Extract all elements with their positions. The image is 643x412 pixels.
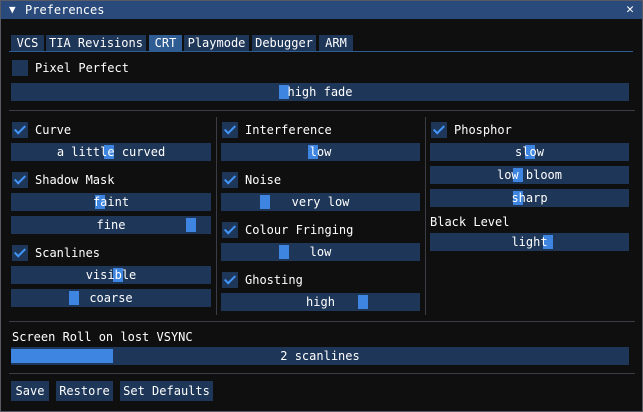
slider-value: fine: [96, 218, 126, 232]
screen-roll-slider[interactable]: 2 scanlines: [11, 347, 629, 365]
slider-value: low: [309, 145, 332, 159]
scanlines-checkbox[interactable]: [12, 245, 28, 261]
screen-roll-label: Screen Roll on lost VSYNC: [12, 330, 193, 344]
collapse-icon[interactable]: ▼: [9, 3, 16, 16]
tab-bar-underline: [9, 51, 633, 52]
column-separator: [216, 117, 217, 315]
interference-checkbox[interactable]: [222, 122, 238, 138]
interference-slider[interactable]: low: [221, 143, 420, 161]
scanline-coarseness-slider[interactable]: coarse: [11, 289, 211, 307]
column-separator: [425, 117, 426, 315]
interference-label: Interference: [245, 123, 332, 137]
slider-value: high fade: [287, 85, 353, 99]
set-defaults-button[interactable]: Set Defaults: [120, 381, 213, 401]
tab-arm[interactable]: ARM: [319, 35, 353, 51]
close-icon[interactable]: ✕: [626, 2, 634, 17]
slider-value: coarse: [89, 291, 133, 305]
slider-value: very low: [291, 195, 350, 209]
phosphor-checkbox[interactable]: [431, 122, 447, 138]
slider-value: high: [306, 295, 335, 309]
ghosting-slider[interactable]: high: [221, 293, 420, 311]
fade-slider[interactable]: high fade: [11, 83, 629, 101]
title-bar[interactable]: ▼ Preferences ✕: [1, 1, 642, 19]
black-level-slider[interactable]: light: [430, 233, 629, 251]
colour-fringing-checkbox[interactable]: [222, 222, 238, 238]
colour-fringing-slider[interactable]: low: [221, 243, 420, 261]
noise-label: Noise: [245, 173, 282, 187]
slider-value: 2 scanlines: [280, 349, 360, 363]
sharpness-slider[interactable]: sharp: [430, 189, 629, 207]
black-level-label: Black Level: [430, 215, 510, 229]
ghosting-label: Ghosting: [245, 273, 303, 287]
tab-playmode[interactable]: Playmode: [184, 35, 249, 51]
pixel-perfect-label: Pixel Perfect: [35, 61, 129, 75]
tab-vcs[interactable]: VCS: [11, 35, 44, 51]
slider-value: a little curved: [56, 145, 166, 159]
separator: [9, 321, 635, 322]
phosphor-speed-slider[interactable]: slow: [430, 143, 629, 161]
slider-value: visible: [85, 268, 137, 282]
shadow-mask-label: Shadow Mask: [35, 173, 115, 187]
scanline-intensity-slider[interactable]: visible: [11, 266, 211, 284]
shadow-mask-checkbox[interactable]: [12, 172, 28, 188]
curve-label: Curve: [35, 123, 72, 137]
slider-value: sharp: [511, 191, 548, 205]
separator: [9, 373, 635, 374]
phosphor-label: Phosphor: [454, 123, 512, 137]
noise-checkbox[interactable]: [222, 172, 238, 188]
slider-value: low: [309, 245, 332, 259]
ghosting-checkbox[interactable]: [222, 272, 238, 288]
slider-value: light: [511, 235, 548, 249]
separator: [9, 110, 635, 111]
curve-checkbox[interactable]: [12, 122, 28, 138]
preferences-window: ▼ Preferences ✕ VCS TIA Revisions CRT Pl…: [0, 0, 643, 412]
slider-value: faint: [92, 195, 130, 209]
restore-button[interactable]: Restore: [56, 381, 113, 401]
bloom-slider[interactable]: low bloom: [430, 166, 629, 184]
curve-amount-slider[interactable]: a little curved: [11, 143, 211, 161]
slider-value: low bloom: [496, 168, 563, 182]
tab-debugger[interactable]: Debugger: [252, 35, 316, 51]
mask-fineness-slider[interactable]: fine: [11, 216, 211, 234]
pixel-perfect-checkbox[interactable]: [12, 60, 28, 76]
slider-value: slow: [515, 145, 544, 159]
colour-fringing-label: Colour Fringing: [245, 223, 354, 237]
scanlines-label: Scanlines: [35, 246, 101, 260]
noise-slider[interactable]: very low: [221, 193, 420, 211]
mask-intensity-slider[interactable]: faint: [11, 193, 211, 211]
tab-crt[interactable]: CRT: [149, 35, 182, 51]
window-title: Preferences: [25, 3, 105, 17]
tab-tia-revisions[interactable]: TIA Revisions: [46, 35, 146, 51]
save-button[interactable]: Save: [11, 381, 49, 401]
